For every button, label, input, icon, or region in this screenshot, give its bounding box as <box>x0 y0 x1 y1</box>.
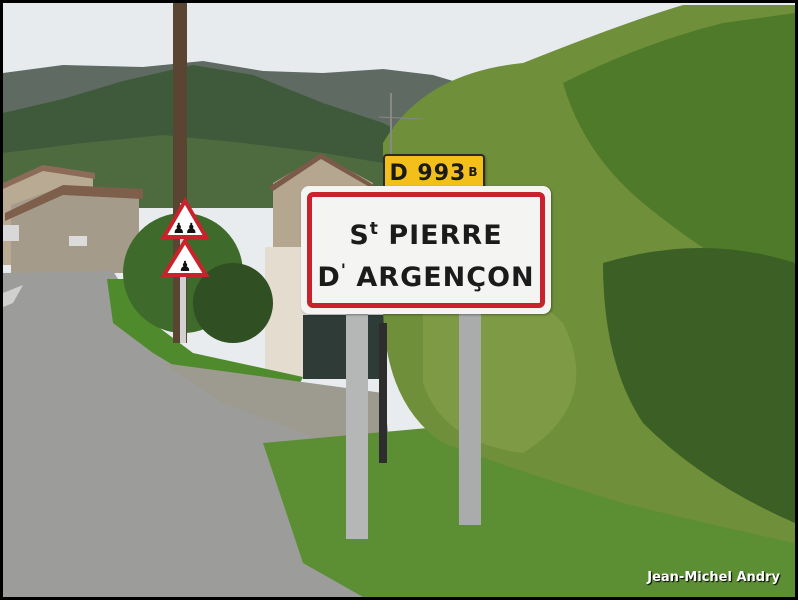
small-sign <box>69 236 87 246</box>
pedestrian-icon: ♟ <box>179 259 192 275</box>
fence-post <box>379 323 387 463</box>
route-number: D 993 B <box>385 161 483 186</box>
town-name-line-1: St PIERRE <box>312 219 540 251</box>
sign-post-left <box>346 303 368 539</box>
sign-post-right <box>459 303 481 525</box>
route-number-main: D 993 <box>389 161 467 186</box>
town-name-line-2: D' ARGENÇON <box>312 262 540 293</box>
route-number-suffix: B <box>468 165 479 179</box>
town-entry-sign: St PIERRE D' ARGENÇON <box>301 186 551 314</box>
town-line1-rest: PIERRE <box>377 220 503 251</box>
photographer-credit: Jean-Michel Andry <box>647 570 780 585</box>
poster <box>3 225 19 241</box>
photo-frame: ♟♟ ♟ D 993 B St PIERRE D' ARGENÇON Jean-M… <box>0 0 798 600</box>
gate <box>303 315 385 379</box>
town-line2-rest: ARGENÇON <box>345 262 535 293</box>
town-line1-sup: t <box>369 219 378 239</box>
pedestrians-icon: ♟♟ <box>172 221 197 237</box>
house-left <box>11 187 139 273</box>
town-line1-main: S <box>349 220 370 251</box>
town-line2-main: D <box>317 262 341 293</box>
photo: ♟♟ ♟ D 993 B St PIERRE D' ARGENÇON Jean-M… <box>3 3 795 597</box>
town-sign-border: St PIERRE D' ARGENÇON <box>307 192 545 308</box>
